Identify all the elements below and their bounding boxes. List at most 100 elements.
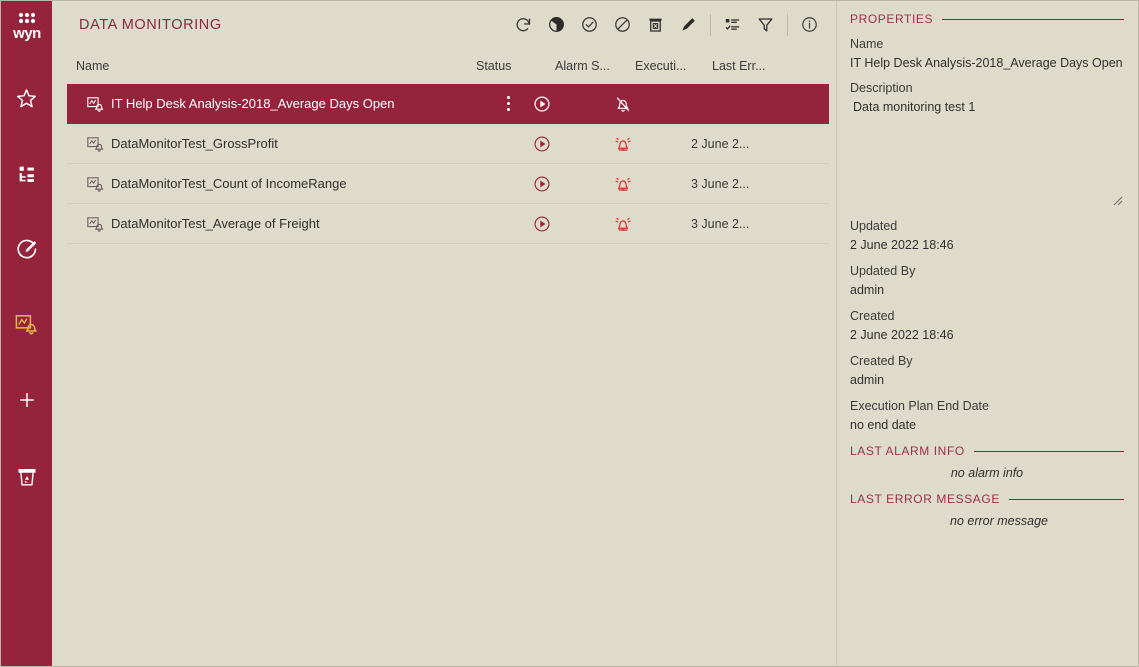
data-monitor-icon (85, 174, 105, 194)
metadata-group: Updated 2 June 2022 18:46 Updated By adm… (850, 219, 1124, 432)
name-value[interactable]: IT Help Desk Analysis-2018_Average Days … (850, 56, 1124, 70)
row-execution-value: 3 June 2... (691, 176, 750, 191)
row-name-label: DataMonitorTest_GrossProfit (111, 136, 278, 151)
svg-text:wyn: wyn (12, 25, 41, 42)
info-circle-icon (802, 17, 817, 32)
resize-handle-icon[interactable] (1111, 193, 1123, 206)
pencil-icon (682, 18, 695, 31)
created-by-value: admin (850, 373, 885, 387)
last-error-empty: no error message (950, 514, 1048, 528)
row-status-play-circle-icon[interactable] (531, 93, 553, 115)
disable-button[interactable] (606, 8, 639, 41)
row-status-play-circle-icon[interactable] (531, 133, 553, 155)
description-field[interactable]: Data monitoring test 1 (850, 100, 1124, 206)
resource-tree-icon (19, 166, 34, 182)
toolbar (507, 1, 826, 48)
updated-by-label: Updated By (850, 264, 916, 278)
row-name-label: DataMonitorTest_Count of IncomeRange (111, 176, 347, 191)
recycle-bin-icon (18, 468, 35, 485)
last-error-section-header: LAST ERROR MESSAGE (850, 492, 1124, 506)
data-monitor-icon (85, 94, 105, 114)
row-alarm-bell-ringing-icon[interactable] (612, 213, 634, 235)
plan-end-group: Execution Plan End Date no end date (850, 399, 1124, 432)
edit-button[interactable] (672, 8, 705, 41)
row-execution-value: 2 June 2... (691, 136, 750, 151)
sidebar-item-add[interactable] (1, 375, 52, 425)
table-body: IT Help Desk Analysis-2018_Average Days … (52, 84, 836, 244)
row-alarm-bell-ringing-icon[interactable] (612, 133, 634, 155)
toolbar-separator-1 (710, 13, 711, 36)
last-alarm-section-header: LAST ALARM INFO (850, 444, 1124, 458)
create-pencil-circle-icon (16, 239, 36, 259)
properties-title: PROPERTIES (850, 12, 934, 26)
chart-button[interactable] (540, 8, 573, 41)
table-row[interactable]: DataMonitorTest_GrossProfit 2 June 2... (67, 124, 829, 164)
row-alarm-bell-off-icon[interactable] (612, 93, 634, 115)
plus-icon (19, 393, 34, 407)
trash-icon (649, 18, 662, 32)
row-alarm-bell-ringing-icon[interactable] (612, 173, 634, 195)
monitor-list-pane: DATA MONITORING Name Status Alarm S... E… (52, 1, 837, 666)
created-by-group: Created By admin (850, 354, 1124, 387)
column-header-execution[interactable]: Executi... (635, 59, 686, 73)
updated-value: 2 June 2022 18:46 (850, 238, 954, 252)
data-monitor-icon (85, 134, 105, 154)
last-alarm-title: LAST ALARM INFO (850, 444, 965, 458)
table-row[interactable]: IT Help Desk Analysis-2018_Average Days … (67, 84, 829, 124)
sidebar-item-resources[interactable] (1, 149, 52, 199)
wyn-logo-icon: wyn (12, 12, 41, 42)
sidebar: wyn (1, 1, 52, 666)
last-alarm-empty: no alarm info (950, 466, 1024, 480)
last-error-title: LAST ERROR MESSAGE (850, 492, 1000, 506)
row-menu-button[interactable] (499, 94, 517, 114)
created-label: Created (850, 309, 895, 323)
row-status-play-circle-icon[interactable] (531, 173, 553, 195)
sidebar-item-favorites[interactable] (1, 73, 52, 123)
row-name-label: IT Help Desk Analysis-2018_Average Days … (111, 96, 395, 111)
sidebar-item-data-monitoring[interactable] (1, 299, 52, 349)
page-title: DATA MONITORING (79, 16, 222, 33)
updated-label: Updated (850, 219, 898, 233)
info-button[interactable] (793, 8, 826, 41)
column-header-name[interactable]: Name (76, 59, 109, 73)
column-header-alarm[interactable]: Alarm S... (555, 59, 610, 73)
name-label: Name (850, 37, 884, 51)
enable-button[interactable] (573, 8, 606, 41)
data-monitoring-icon (15, 315, 38, 335)
column-header-status[interactable]: Status (476, 59, 511, 73)
delete-button[interactable] (639, 8, 672, 41)
sidebar-item-logo[interactable]: wyn (1, 1, 52, 52)
description-label: Description (850, 81, 913, 95)
plan-end-label: Execution Plan End Date (850, 399, 989, 413)
ban-circle-icon (615, 17, 630, 32)
table-row[interactable]: DataMonitorTest_Average of Freight 3 Jun… (67, 204, 829, 244)
properties-section-header: PROPERTIES (850, 12, 1124, 26)
data-monitor-icon (85, 214, 105, 234)
created-by-label: Created By (850, 354, 913, 368)
filter-icon (758, 18, 773, 32)
star-icon (16, 88, 37, 107)
table-row[interactable]: DataMonitorTest_Count of IncomeRange 3 J… (67, 164, 829, 204)
created-group: Created 2 June 2022 18:46 (850, 309, 1124, 342)
sidebar-item-recycle-bin[interactable] (1, 451, 52, 501)
row-name-label: DataMonitorTest_Average of Freight (111, 216, 320, 231)
data-monitoring-window: wyn DATA MONITORING Name Status Alarm S.… (0, 0, 1139, 667)
row-execution-value: 3 June 2... (691, 216, 750, 231)
row-status-play-circle-icon[interactable] (531, 213, 553, 235)
refresh-button[interactable] (507, 8, 540, 41)
table-header-row: Name Status Alarm S... Executi... Last E… (52, 48, 836, 84)
columns-button[interactable] (716, 8, 749, 41)
section-divider (973, 450, 1124, 452)
filter-button[interactable] (749, 8, 782, 41)
section-divider (1008, 498, 1124, 500)
pie-chart-icon (549, 17, 564, 32)
sidebar-item-create[interactable] (1, 223, 52, 273)
column-header-error[interactable]: Last Err... (712, 59, 766, 73)
properties-panel: PROPERTIES Name IT Help Desk Analysis-20… (837, 1, 1138, 666)
description-value: Data monitoring test 1 (853, 100, 976, 114)
updated-by-value: admin (850, 283, 885, 297)
section-divider (942, 18, 1124, 20)
updated-group: Updated 2 June 2022 18:46 (850, 219, 1124, 252)
check-circle-icon (582, 17, 597, 32)
plan-end-value: no end date (850, 418, 917, 432)
